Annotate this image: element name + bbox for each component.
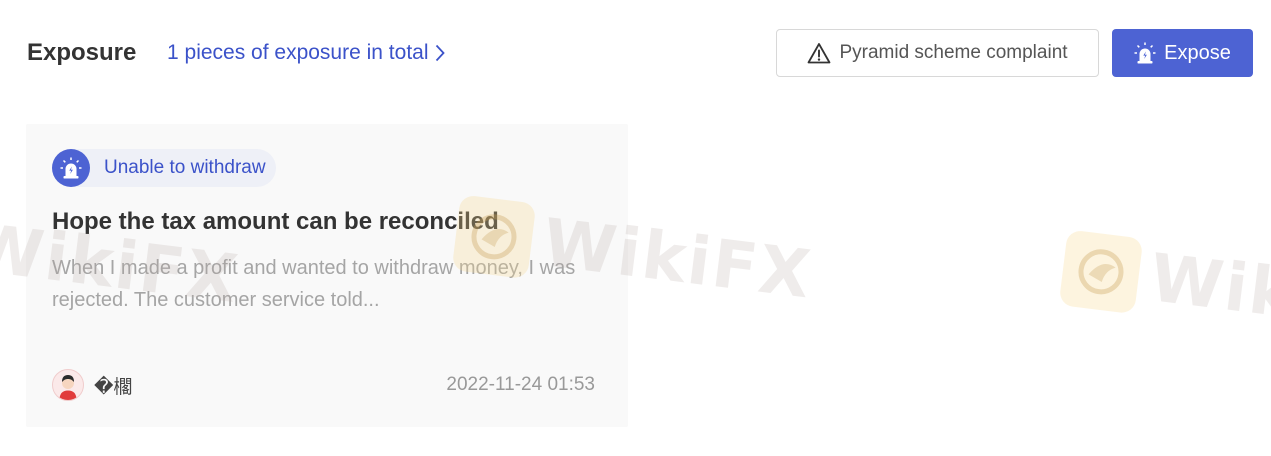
category-tag: Unable to withdraw <box>52 149 276 187</box>
exposure-total-label: 1 pieces of exposure in total <box>167 41 429 64</box>
chevron-right-icon <box>435 44 445 62</box>
author-name: �櫊 <box>94 376 133 398</box>
user-avatar-icon <box>59 375 77 400</box>
watermark-right-text: WikiFX <box>1145 239 1271 349</box>
card-title: Hope the tax amount can be reconciled <box>52 208 499 235</box>
avatar <box>52 369 84 401</box>
alarm-siren-icon <box>1134 42 1156 64</box>
author-info: �櫊 <box>52 369 132 401</box>
exposure-header: Exposure 1 pieces of exposure in total P… <box>0 0 1271 110</box>
page-title: Exposure <box>27 39 137 66</box>
exposure-card[interactable]: Unable to withdraw Hope the tax amount c… <box>26 124 628 427</box>
wikifx-logo-icon <box>1058 228 1144 314</box>
exposure-total-link[interactable]: 1 pieces of exposure in total <box>167 41 445 65</box>
card-excerpt: When I made a profit and wanted to withd… <box>52 257 576 311</box>
tag-alarm-icon-badge <box>52 149 90 187</box>
pyramid-complaint-label: Pyramid scheme complaint <box>839 42 1068 63</box>
watermark-right: WikiFX <box>1058 228 1271 349</box>
post-date: 2022-11-24 01:53 <box>446 374 595 395</box>
category-tag-label: Unable to withdraw <box>104 157 266 178</box>
expose-label: Expose <box>1164 41 1231 64</box>
pyramid-complaint-button[interactable]: Pyramid scheme complaint <box>776 29 1099 77</box>
alarm-siren-icon <box>60 157 82 179</box>
expose-button[interactable]: Expose <box>1112 29 1253 77</box>
warning-triangle-icon <box>808 43 831 64</box>
